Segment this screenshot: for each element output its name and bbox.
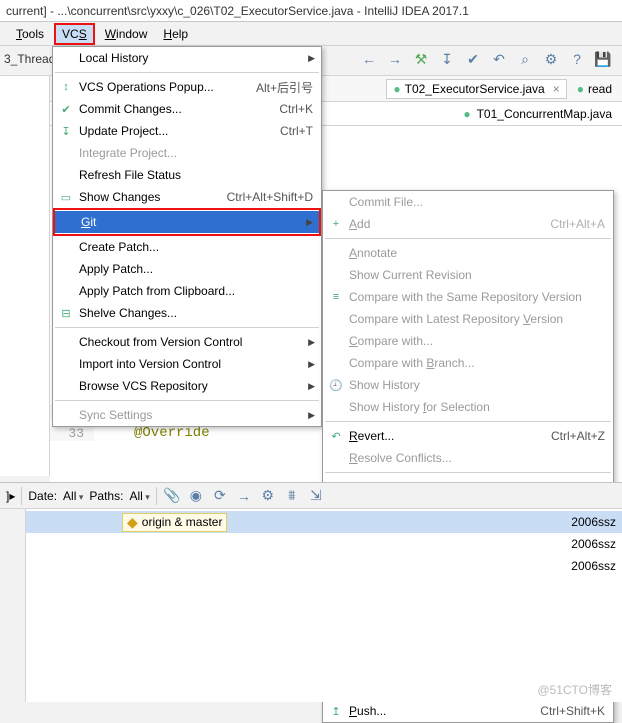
git-item-compare-with-the-same-repository-version: ≡Compare with the Same Repository Versio… — [323, 286, 613, 308]
project-tool-window — [0, 76, 50, 476]
nav-fwd-icon[interactable]: → — [386, 50, 404, 68]
menu-icon: 🕘 — [328, 379, 344, 392]
vcs-item-import-into-version-control[interactable]: Import into Version Control — [53, 353, 321, 375]
vc-toolbar: ]▸ Date: All Paths: All 📎 ◉ ⟳ → ⚙ ⩩ ⇲ — [0, 483, 622, 509]
menu-help[interactable]: Help — [157, 25, 194, 43]
attach-icon[interactable]: 📎 — [163, 487, 181, 505]
line-number: 33 — [50, 426, 94, 441]
search-icon[interactable]: ⌕ — [516, 50, 534, 68]
vcs-update-icon[interactable]: ↧ — [438, 50, 456, 68]
commit-row[interactable]: 2006ssz — [26, 555, 622, 577]
vcs-item-refresh-file-status[interactable]: Refresh File Status — [53, 164, 321, 186]
goto-icon[interactable]: → — [235, 487, 253, 505]
menu-icon: ≡ — [328, 291, 344, 303]
vcs-item-git[interactable]: Git — [55, 211, 319, 233]
git-item-show-history: 🕘Show History — [323, 374, 613, 396]
nav-back-icon[interactable]: ← — [360, 50, 378, 68]
vc-sidebar — [0, 509, 26, 702]
git-item-compare-with-branch: Compare with Branch... — [323, 352, 613, 374]
git-item-resolve-conflicts: Resolve Conflicts... — [323, 447, 613, 469]
settings-icon[interactable]: ⚙ — [542, 50, 560, 68]
vcs-item-update-project[interactable]: ↧Update Project...Ctrl+T — [53, 120, 321, 142]
paths-filter-label: Paths: — [89, 489, 123, 503]
git-item-show-history-for-selection: Show History for Selection — [323, 396, 613, 418]
help-icon[interactable]: ? — [568, 50, 586, 68]
vcs-item-create-patch[interactable]: Create Patch... — [53, 236, 321, 258]
git-item-show-current-revision: Show Current Revision — [323, 264, 613, 286]
vcs-item-apply-patch[interactable]: Apply Patch... — [53, 258, 321, 280]
filter-icon[interactable]: ⩩ — [283, 487, 301, 505]
git-item-compare-with: Compare with... — [323, 330, 613, 352]
date-filter-label: Date: — [28, 489, 57, 503]
vcs-item-integrate-project: Integrate Project... — [53, 142, 321, 164]
git-item-add: +AddCtrl+Alt+A — [323, 213, 613, 235]
git-item-compare-with-latest-repository-version: Compare with Latest Repository Version — [323, 308, 613, 330]
vcs-item-vcs-operations-popup[interactable]: ↕VCS Operations Popup...Alt+后引号 — [53, 76, 321, 98]
cherry-pick-icon[interactable]: ◉ — [187, 487, 205, 505]
menu-bar: TToolsools VCS Window Help — [0, 22, 622, 46]
editor-tab-main[interactable]: ● T02_ExecutorService.java× — [386, 79, 566, 99]
vcs-commit-icon[interactable]: ✔ — [464, 50, 482, 68]
expand-icon[interactable]: ⇲ — [307, 487, 325, 505]
menu-window[interactable]: Window — [99, 25, 154, 43]
menu-icon: ▭ — [58, 191, 74, 204]
build-icon[interactable]: ⚒ — [412, 50, 430, 68]
git-item-push[interactable]: ↥Push...Ctrl+Shift+K — [323, 700, 613, 722]
sub-tab[interactable]: T01_ConcurrentMap.java — [477, 107, 612, 121]
vcs-item-shelve-changes[interactable]: ⊟Shelve Changes... — [53, 302, 321, 324]
menu-icon: ⊟ — [58, 307, 74, 320]
menu-tools[interactable]: TToolsools — [10, 25, 50, 43]
java-file-icon: ● — [463, 107, 470, 121]
menu-icon: ✔ — [58, 103, 74, 116]
menu-icon: ↥ — [328, 705, 344, 718]
menu-icon: + — [328, 218, 344, 230]
close-tab-icon[interactable]: × — [553, 82, 560, 96]
vcs-dropdown: Local History ↕VCS Operations Popup...Alt… — [52, 46, 322, 427]
menu-vcs[interactable]: VCS — [54, 23, 95, 45]
left-tab-label[interactable]: 3_Threadl — [4, 52, 58, 66]
menu-icon: ↕ — [58, 81, 74, 93]
annotation-override: @Override — [94, 425, 210, 441]
settings2-icon[interactable]: ⚙ — [259, 487, 277, 505]
git-item-commit-file: Commit File... — [323, 191, 613, 213]
version-control-panel: ]▸ Date: All Paths: All 📎 ◉ ⟳ → ⚙ ⩩ ⇲ ◆o… — [0, 482, 622, 702]
vcs-revert-icon[interactable]: ↶ — [490, 50, 508, 68]
branch-tag[interactable]: ◆origin & master — [122, 513, 227, 532]
window-title: current] - ...\concurrent\src\yxxy\c_026… — [0, 0, 622, 22]
commit-row[interactable]: ◆origin & master2006ssz — [26, 511, 622, 533]
menu-icon: ↶ — [328, 430, 344, 443]
java-file-icon: ● — [393, 82, 400, 96]
vcs-item-show-changes[interactable]: ▭Show ChangesCtrl+Alt+Shift+D — [53, 186, 321, 208]
vcs-item-browse-vcs-repository[interactable]: Browse VCS Repository — [53, 375, 321, 397]
save-icon[interactable]: 💾 — [594, 50, 612, 68]
date-filter[interactable]: All — [63, 489, 83, 503]
git-item-annotate: Annotate — [323, 242, 613, 264]
commit-list[interactable]: ◆origin & master2006ssz2006ssz2006ssz — [26, 509, 622, 702]
vcs-item-sync-settings: Sync Settings — [53, 404, 321, 426]
vcs-item-local-history[interactable]: Local History — [53, 47, 321, 69]
java-file-icon: ● — [577, 82, 584, 96]
vc-tab-icon[interactable]: ]▸ — [6, 489, 15, 503]
commit-row[interactable]: 2006ssz — [26, 533, 622, 555]
vcs-item-apply-patch-from-clipboard[interactable]: Apply Patch from Clipboard... — [53, 280, 321, 302]
editor-tab-next[interactable]: ● read — [577, 82, 612, 96]
git-item-revert[interactable]: ↶Revert...Ctrl+Alt+Z — [323, 425, 613, 447]
vcs-item-checkout-from-version-control[interactable]: Checkout from Version Control — [53, 331, 321, 353]
menu-icon: ↧ — [58, 125, 74, 138]
paths-filter[interactable]: All — [129, 489, 149, 503]
refresh-icon[interactable]: ⟳ — [211, 487, 229, 505]
vcs-item-commit-changes[interactable]: ✔Commit Changes...Ctrl+K — [53, 98, 321, 120]
